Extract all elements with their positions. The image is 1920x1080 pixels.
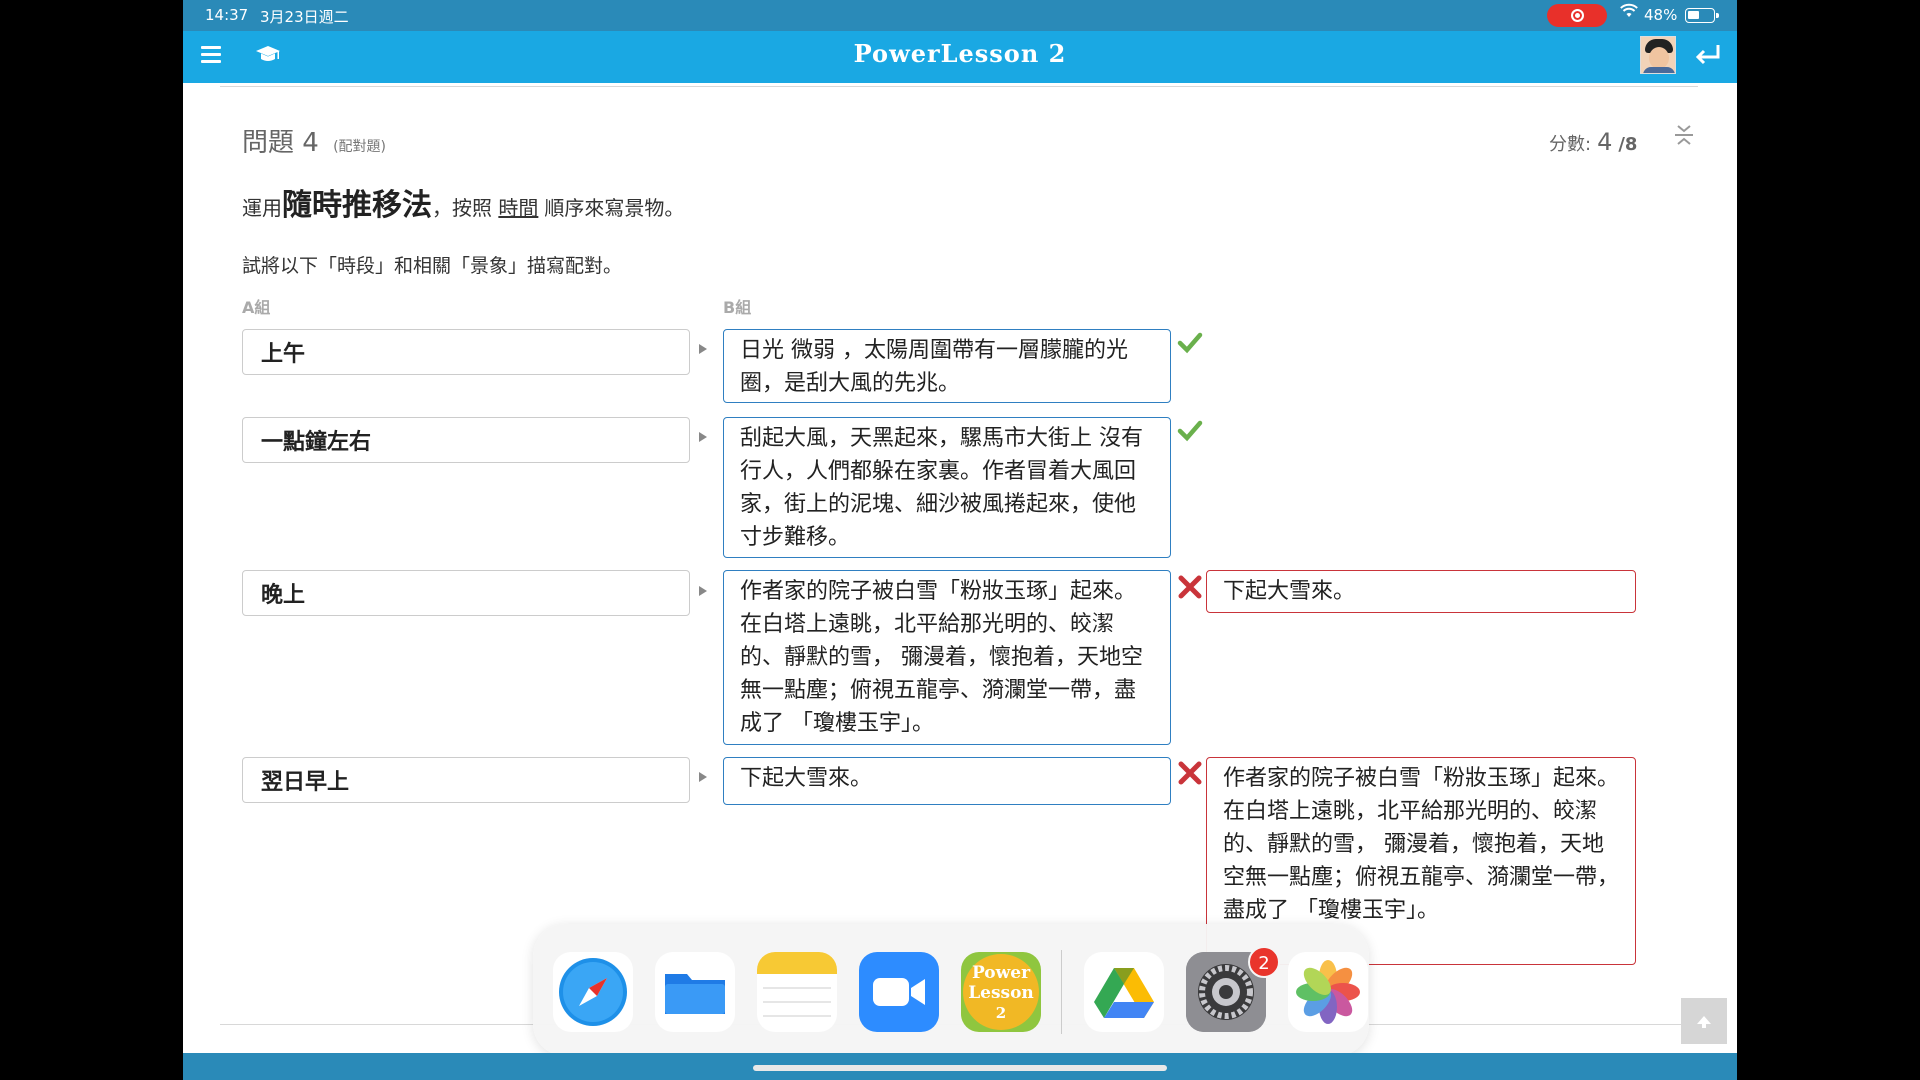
group-b-label: B組	[723, 298, 752, 317]
settings-icon[interactable]: 2	[1186, 946, 1280, 1032]
screen-recording-icon[interactable]	[1547, 4, 1607, 27]
arrow-icon	[699, 432, 707, 442]
powerlesson-icon-text: 2	[996, 1004, 1006, 1022]
arrow-icon	[699, 586, 707, 596]
powerlesson-icon-text: Power	[972, 963, 1031, 983]
ipad-screen: 14:37 3月23日週二 48% PowerLesson 2 問題 4 (配對…	[183, 0, 1737, 1080]
instruction-method: 隨時推移法	[282, 188, 432, 223]
arrow-icon	[699, 772, 707, 782]
battery-icon	[1685, 8, 1719, 23]
group-a-item: 一點鐘左右	[242, 417, 690, 463]
correct-check-icon	[1177, 418, 1203, 444]
powerlesson-icon[interactable]: Power Lesson 2	[961, 952, 1041, 1032]
group-a-item: 上午	[242, 329, 690, 375]
score-value: 4	[1597, 128, 1613, 156]
group-b-item[interactable]: 下起大雪來。	[723, 757, 1171, 805]
scroll-to-top-button[interactable]	[1681, 998, 1727, 1044]
question-number: 4	[302, 128, 319, 158]
instruction-suffix: 順序來寫景物。	[544, 196, 685, 220]
wrong-cross-icon	[1177, 574, 1203, 600]
safari-icon[interactable]	[553, 952, 633, 1032]
status-time: 14:37	[205, 6, 249, 24]
question-title: 問題 4 (配對題)	[242, 122, 386, 159]
app-header: PowerLesson 2	[183, 31, 1737, 83]
wrong-cross-icon	[1177, 760, 1203, 786]
instruction-keyword: 時間	[498, 196, 539, 220]
collapse-icon[interactable]	[1673, 124, 1695, 146]
exit-icon[interactable]	[1691, 41, 1723, 69]
avatar[interactable]	[1640, 36, 1676, 74]
group-a-item: 晚上	[242, 570, 690, 616]
wifi-icon	[1620, 3, 1638, 23]
group-a-item: 翌日早上	[242, 757, 690, 803]
correct-answer-box: 下起大雪來。	[1206, 570, 1636, 613]
app-title: PowerLesson 2	[853, 39, 1067, 68]
sub-instruction: 試將以下「時段」和相關「景象」描寫配對。	[242, 255, 623, 277]
question-type: (配對題)	[333, 139, 387, 155]
divider	[220, 86, 1698, 87]
question-label: 問題	[242, 128, 295, 158]
group-b-item[interactable]: 作者家的院子被白雪「粉妝玉琢」起來。在白塔上遠眺，北平給那光明的、皎潔的、靜默的…	[723, 570, 1171, 745]
photos-icon[interactable]	[1288, 952, 1368, 1032]
score: 分數: 4/8	[1549, 128, 1637, 156]
dock-divider	[1061, 950, 1062, 1034]
score-label: 分數:	[1549, 134, 1592, 155]
powerlesson-icon-text: Lesson	[968, 983, 1034, 1003]
zoom-icon[interactable]	[859, 952, 939, 1032]
status-bar: 14:37 3月23日週二 48%	[183, 0, 1737, 31]
files-icon[interactable]	[655, 952, 735, 1032]
correct-check-icon	[1177, 330, 1203, 356]
instruction-mid: ，按照	[432, 196, 492, 220]
notes-icon[interactable]	[757, 952, 837, 1032]
home-indicator[interactable]	[753, 1065, 1167, 1071]
group-b-item[interactable]: 刮起大風，天黑起來，騾馬市大街上 沒有行人，人們都躲在家裏。作者冒着大風回家，街…	[723, 417, 1171, 558]
ios-dock: Power Lesson 2 2	[533, 924, 1369, 1056]
group-b-item[interactable]: 日光 微弱 ，太陽周圍帶有一層朦朧的光圈，是刮大風的先兆。	[723, 329, 1171, 403]
arrow-icon	[699, 344, 707, 354]
google-drive-icon[interactable]	[1084, 952, 1164, 1032]
group-a-label: A組	[242, 298, 271, 317]
status-date: 3月23日週二	[260, 8, 349, 26]
notification-badge: 2	[1248, 946, 1280, 978]
score-max: /8	[1618, 134, 1638, 155]
instruction-prefix: 運用	[242, 196, 282, 220]
battery-percent: 48%	[1644, 6, 1678, 24]
instruction: 運用隨時推移法，按照 時間 順序來寫景物。	[242, 180, 684, 224]
